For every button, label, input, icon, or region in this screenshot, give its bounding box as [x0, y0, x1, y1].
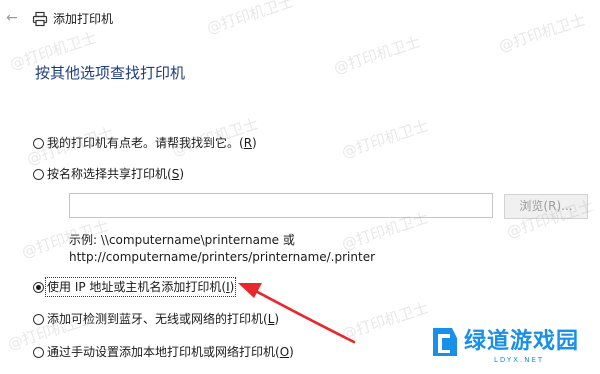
radio-button[interactable] — [33, 137, 44, 149]
option-label: 我的打印机有点老。请帮我找到它。(R) — [47, 136, 257, 150]
printer-icon — [32, 11, 48, 27]
watermark-text: @打印机卫士 — [204, 0, 296, 38]
option-old-printer[interactable]: 我的打印机有点老。请帮我找到它。(R) — [33, 134, 257, 152]
radio-button[interactable] — [33, 168, 44, 180]
option-shared-printer-by-name[interactable]: 按名称选择共享打印机(S) — [33, 165, 184, 183]
brand-subtitle: LDYX.NET — [494, 356, 545, 364]
window-title: 添加打印机 — [53, 12, 114, 26]
option-ip-or-hostname[interactable]: 使用 IP 地址或主机名添加打印机(I) — [33, 277, 237, 297]
watermark-text: @打印机卫士 — [496, 10, 588, 56]
option-label: 按名称选择共享打印机(S) — [47, 167, 185, 181]
option-label: 使用 IP 地址或主机名添加打印机(I) — [44, 277, 237, 297]
watermark-text: @打印机卫士 — [331, 32, 423, 78]
example-text-line2: http://computername/printers/printername… — [69, 250, 376, 264]
brand-name: 绿道游戏园 — [464, 329, 580, 354]
page-heading: 按其他选项查找打印机 — [35, 64, 186, 82]
watermark-text: @打印机卫士 — [339, 116, 431, 162]
option-label: 通过手动设置添加本地打印机或网络打印机(O) — [47, 345, 294, 359]
radio-button[interactable] — [33, 346, 44, 358]
example-text-line1: 示例: \\computername\printername 或 — [69, 233, 295, 247]
radio-button[interactable] — [33, 313, 44, 325]
annotation-arrow-icon — [238, 283, 356, 344]
brand-logo-icon — [433, 328, 457, 356]
browse-button[interactable]: 浏览(R)... — [504, 194, 588, 219]
shared-printer-name-input[interactable] — [69, 193, 493, 218]
radio-button-selected[interactable] — [33, 281, 44, 293]
back-arrow-icon[interactable]: ← — [6, 10, 22, 26]
option-manual-local-or-network[interactable]: 通过手动设置添加本地打印机或网络打印机(O) — [33, 343, 294, 361]
